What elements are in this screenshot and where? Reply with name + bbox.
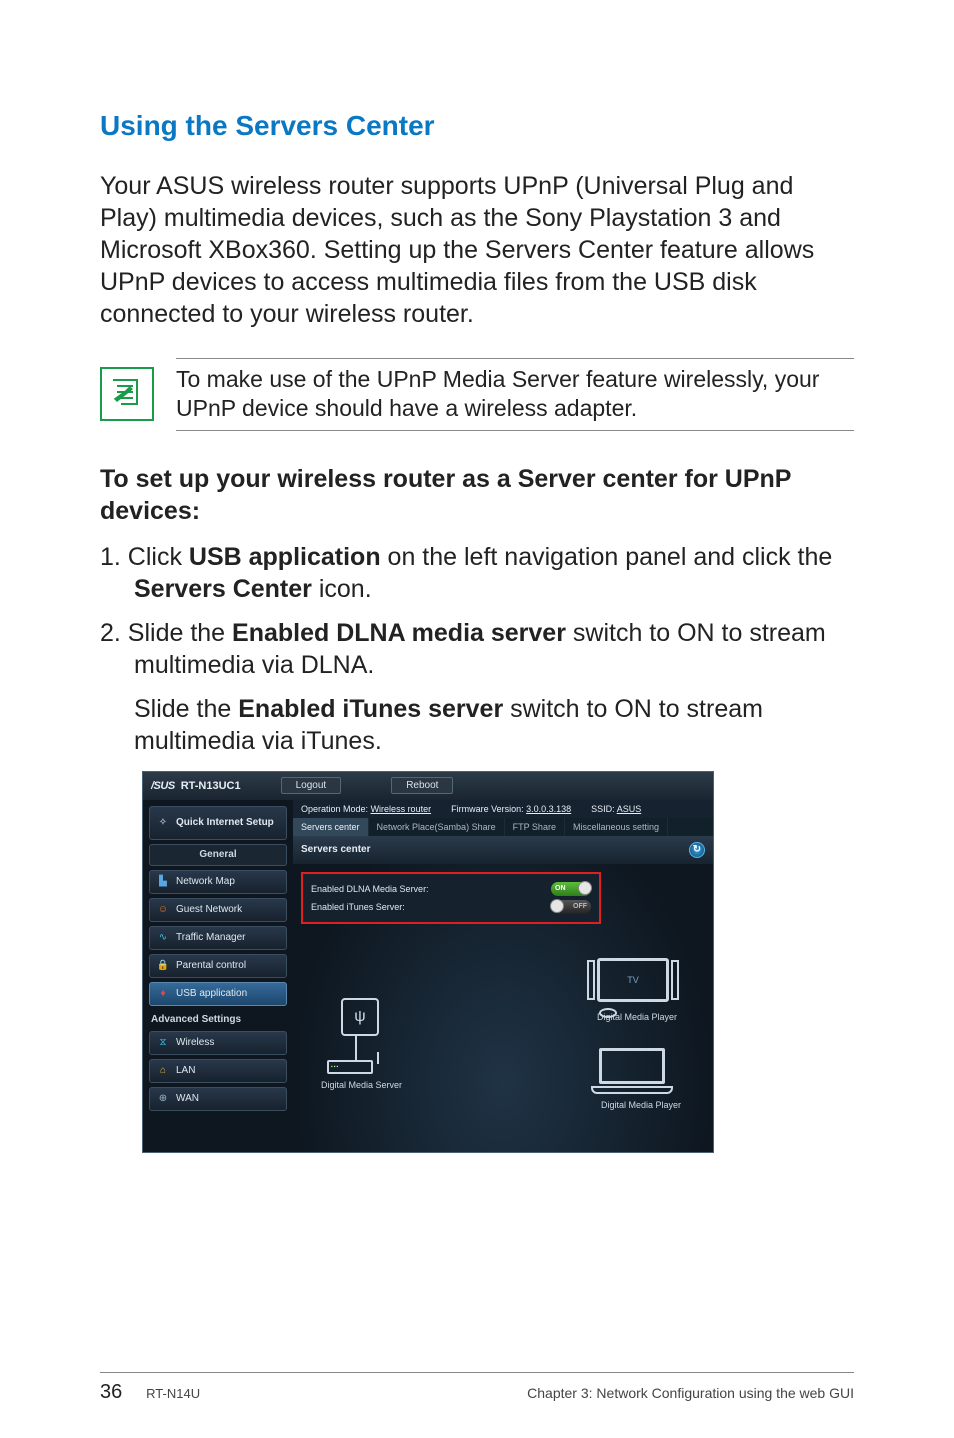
sidebar-item-network-map[interactable]: ▙ Network Map xyxy=(149,870,287,894)
step-1: 1. Click USB application on the left nav… xyxy=(100,541,854,605)
router-icon: ▪▪▪ xyxy=(327,1060,373,1074)
page-footer: 36 RT-N14U Chapter 3: Network Configurat… xyxy=(100,1372,854,1404)
step-2-cont: Slide the Enabled iTunes server switch t… xyxy=(100,693,854,757)
sidebar-section-advanced: Advanced Settings xyxy=(149,1010,287,1027)
dlna-toggle-label: Enabled DLNA Media Server: xyxy=(311,884,429,894)
toggle-highlight-box: Enabled DLNA Media Server: ON Enabled iT… xyxy=(301,872,601,924)
dmp-label-1: Digital Media Player xyxy=(597,1012,677,1022)
diagram: ψ ▪▪▪ Digital Media Server TV Digital Me… xyxy=(313,940,703,1144)
laptop-icon xyxy=(599,1048,665,1084)
tab-ftp-share[interactable]: FTP Share xyxy=(505,818,565,836)
itunes-toggle-label: Enabled iTunes Server: xyxy=(311,902,405,912)
itunes-toggle[interactable]: OFF xyxy=(551,900,591,914)
status-line: Operation Mode: Wireless router Firmware… xyxy=(293,800,713,818)
wifi-icon: ⧖ xyxy=(156,1036,170,1050)
sub-heading: To set up your wireless router as a Serv… xyxy=(100,463,854,527)
people-icon: ☺ xyxy=(156,903,170,917)
lock-icon: 🔒 xyxy=(156,959,170,973)
sidebar: ✧ Quick Internet Setup General ▙ Network… xyxy=(143,800,293,1152)
note-icon xyxy=(100,367,154,421)
logout-button[interactable]: Logout xyxy=(281,777,342,794)
speaker-icon xyxy=(671,960,679,1000)
sidebar-item-guest-network[interactable]: ☺ Guest Network xyxy=(149,898,287,922)
firmware-link[interactable]: 3.0.0.3.138 xyxy=(526,804,571,814)
page-number: 36 xyxy=(100,1381,122,1403)
dms-label: Digital Media Server xyxy=(321,1080,402,1090)
wand-icon: ✧ xyxy=(156,816,170,830)
network-map-icon: ▙ xyxy=(156,875,170,889)
brand: /SUS RT-N13UC1 xyxy=(151,780,241,792)
diagram-line xyxy=(355,1036,357,1060)
sidebar-section-general: General xyxy=(149,844,287,866)
asus-logo: /SUS xyxy=(151,780,175,792)
router-admin-screenshot: /SUS RT-N13UC1 Logout Reboot ✧ Quick Int… xyxy=(142,771,714,1153)
footer-model: RT-N14U xyxy=(146,1386,200,1401)
panel-title-bar: Servers center ↻ xyxy=(293,836,713,864)
main-panel: Operation Mode: Wireless router Firmware… xyxy=(293,800,713,1152)
note-text: To make use of the UPnP Media Server fea… xyxy=(176,365,854,424)
reboot-button[interactable]: Reboot xyxy=(391,777,453,794)
tab-servers-center[interactable]: Servers center xyxy=(293,818,369,836)
sidebar-item-wireless[interactable]: ⧖ Wireless xyxy=(149,1031,287,1055)
divider xyxy=(176,358,854,359)
keyboard-icon xyxy=(591,1086,673,1094)
traffic-icon: ∿ xyxy=(156,931,170,945)
note-block: To make use of the UPnP Media Server fea… xyxy=(100,352,854,437)
sidebar-item-lan[interactable]: ⌂ LAN xyxy=(149,1059,287,1083)
footer-chapter: Chapter 3: Network Configuration using t… xyxy=(527,1385,854,1401)
tab-misc-setting[interactable]: Miscellaneous setting xyxy=(565,818,668,836)
op-mode-link[interactable]: Wireless router xyxy=(371,804,432,814)
home-icon: ⌂ xyxy=(156,1064,170,1078)
refresh-icon[interactable]: ↻ xyxy=(689,842,705,858)
dmp-label-2: Digital Media Player xyxy=(601,1100,681,1110)
step-2: 2. Slide the Enabled DLNA media server s… xyxy=(100,617,854,681)
intro-paragraph: Your ASUS wireless router supports UPnP … xyxy=(100,170,854,330)
section-title: Using the Servers Center xyxy=(100,110,854,142)
sidebar-item-parental-control[interactable]: 🔒 Parental control xyxy=(149,954,287,978)
globe-icon: ⊕ xyxy=(156,1092,170,1106)
usb-device-icon: ψ xyxy=(341,998,379,1036)
app-header: /SUS RT-N13UC1 Logout Reboot xyxy=(143,772,713,800)
tab-samba-share[interactable]: Network Place(Samba) Share xyxy=(369,818,505,836)
model-label: RT-N13UC1 xyxy=(181,780,241,792)
speaker-icon xyxy=(587,960,595,1000)
tabs: Servers center Network Place(Samba) Shar… xyxy=(293,818,713,836)
dlna-toggle[interactable]: ON xyxy=(551,882,591,896)
ssid-link[interactable]: ASUS xyxy=(617,804,642,814)
divider xyxy=(176,430,854,431)
tv-icon: TV xyxy=(597,958,669,1002)
sidebar-item-traffic-manager[interactable]: ∿ Traffic Manager xyxy=(149,926,287,950)
sidebar-item-wan[interactable]: ⊕ WAN xyxy=(149,1087,287,1111)
sidebar-item-usb-application[interactable]: ♦ USB application xyxy=(149,982,287,1006)
usb-icon: ♦ xyxy=(156,987,170,1001)
quick-internet-setup[interactable]: ✧ Quick Internet Setup xyxy=(149,806,287,840)
diagram-line xyxy=(377,1052,379,1064)
